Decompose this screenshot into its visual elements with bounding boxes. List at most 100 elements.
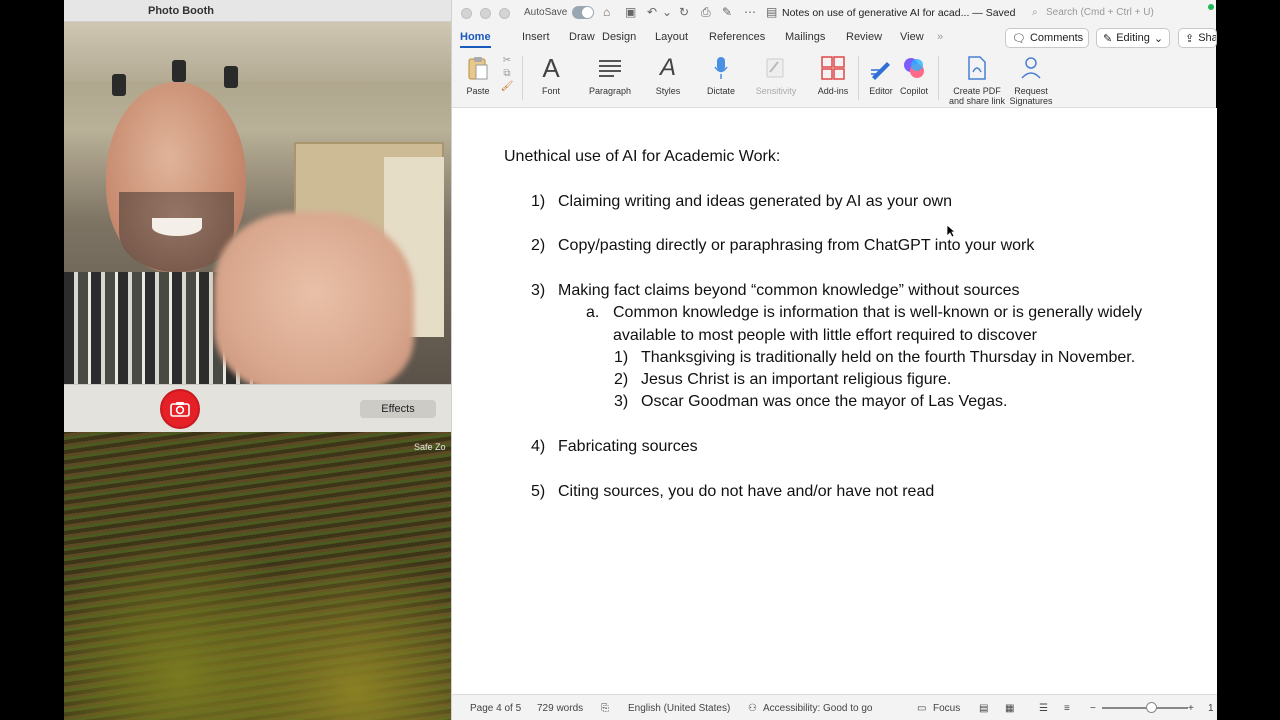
example-text: Jesus Christ is an important religious f…	[641, 371, 952, 388]
dictate-label: Dictate	[706, 86, 735, 96]
comment-icon: 🗨	[1012, 32, 1026, 45]
tab-draw[interactable]: Draw	[569, 31, 595, 43]
photo-booth-title: Photo Booth	[148, 4, 214, 17]
save-icon[interactable]: ▣	[625, 5, 636, 19]
list-number: 1)	[531, 193, 546, 210]
status-bar: Page 4 of 5 729 words ⎘ English (United …	[452, 694, 1217, 720]
window-controls	[461, 7, 510, 19]
word-count[interactable]: 729 words	[537, 703, 583, 714]
zoom-out-button[interactable]: −	[1090, 703, 1096, 714]
redo-icon[interactable]: ↻	[679, 5, 689, 19]
microphone-icon	[704, 54, 738, 82]
example-number: 1)	[614, 349, 629, 366]
autosave-toggle[interactable]	[572, 6, 594, 19]
format-painter-icon[interactable]: 🖌	[500, 80, 514, 93]
styles-icon: A	[659, 54, 676, 81]
sensitivity-icon	[752, 54, 800, 82]
document-page[interactable]: Unethical use of AI for Academic Work: 1…	[452, 108, 1217, 694]
dictate-button[interactable]: Dictate	[704, 54, 738, 96]
zoom-slider-handle[interactable]	[1146, 702, 1157, 713]
list-number: 4)	[531, 438, 546, 455]
word-titlebar: AutoSave ⌂ ▣ ↶ ⌄ ↻ ⎙ ✎ ⋯ ▤ Notes on use …	[452, 0, 1216, 26]
zoom-level[interactable]: 1	[1208, 703, 1214, 714]
tab-insert[interactable]: Insert	[522, 31, 550, 43]
web-layout-icon[interactable]: ▦	[1005, 703, 1014, 714]
outline-view-icon[interactable]: ☰	[1039, 703, 1048, 714]
share-label: Sha	[1198, 32, 1217, 44]
list-text: Making fact claims beyond “common knowle…	[558, 282, 1020, 299]
document-title[interactable]: Notes on use of generative AI for acad..…	[782, 7, 1015, 19]
track-light	[172, 60, 186, 82]
copilot-button[interactable]: Copilot	[898, 54, 930, 96]
word-window: AutoSave ⌂ ▣ ↶ ⌄ ↻ ⎙ ✎ ⋯ ▤ Notes on use …	[451, 0, 1217, 720]
video-person-mouth	[152, 218, 202, 236]
print-layout-icon[interactable]: ▤	[979, 703, 988, 714]
copilot-icon	[898, 54, 930, 82]
undo-icon[interactable]: ↶	[647, 5, 657, 19]
copy-icon[interactable]: ⧉	[500, 67, 514, 80]
sensitivity-label: Sensitivity	[755, 86, 797, 96]
desktop-icon-label[interactable]: Safe Zo	[414, 442, 446, 452]
edit-icon[interactable]: ✎	[722, 5, 732, 19]
autosave-label: AutoSave	[524, 7, 568, 18]
focus-button[interactable]: Focus	[933, 703, 960, 714]
list-text: Copy/pasting directly or paraphrasing fr…	[558, 237, 1035, 254]
request-signatures-label: Request	[1014, 86, 1048, 96]
effects-button[interactable]: Effects	[360, 400, 436, 418]
add-ins-button[interactable]: Add-ins	[814, 54, 852, 96]
page-count[interactable]: Page 4 of 5	[470, 703, 521, 714]
zoom-window-button[interactable]	[499, 7, 510, 19]
editing-mode-button[interactable]: ✎ Editing ⌄	[1096, 28, 1170, 48]
track-light	[224, 66, 238, 88]
share-button[interactable]: ⇪ Sha	[1178, 28, 1217, 48]
tab-references[interactable]: References	[709, 31, 765, 43]
proofing-icon[interactable]: ⎘	[601, 703, 609, 714]
paragraph-label: Paragraph	[588, 86, 632, 96]
example-number: 2)	[614, 371, 629, 388]
zoom-in-button[interactable]: +	[1188, 703, 1194, 714]
take-photo-button[interactable]	[160, 389, 200, 429]
tab-home[interactable]: Home	[460, 31, 491, 48]
accessibility-status[interactable]: Accessibility: Good to go	[763, 703, 873, 714]
chevron-down-icon: ⌄	[1153, 32, 1164, 45]
video-ceiling	[64, 22, 452, 82]
paragraph-button[interactable]: Paragraph	[586, 54, 634, 96]
font-button[interactable]: A Font	[534, 53, 568, 97]
sub-list-text-line1: Common knowledge is information that is …	[613, 304, 1143, 321]
sensitivity-button[interactable]: Sensitivity	[752, 54, 800, 96]
request-signatures-button[interactable]: Request Signatures	[1008, 54, 1054, 106]
search-input[interactable]: ⌕ Search (Cmd + Ctrl + U)	[1030, 4, 1212, 22]
print-icon[interactable]: ⎙	[701, 5, 711, 20]
styles-button[interactable]: A Styles	[650, 54, 686, 96]
scissors-icon[interactable]: ✂	[500, 54, 514, 67]
editor-button[interactable]: Editor	[866, 54, 896, 96]
list-text: Citing sources, you do not have and/or h…	[558, 483, 935, 500]
list-number: 2)	[531, 237, 546, 254]
photo-booth-titlebar[interactable]: Photo Booth	[64, 0, 451, 22]
tab-mailings[interactable]: Mailings	[785, 31, 825, 43]
minimize-window-button[interactable]	[480, 7, 491, 19]
close-window-button[interactable]	[461, 7, 472, 19]
tab-review[interactable]: Review	[846, 31, 882, 43]
zoom-slider[interactable]	[1102, 707, 1188, 709]
more-tabs-icon[interactable]: »	[937, 31, 943, 43]
undo-dropdown-icon[interactable]: ⌄	[662, 5, 672, 19]
create-pdf-button[interactable]: Create PDF and share link	[946, 54, 1008, 106]
home-icon[interactable]: ⌂	[603, 5, 610, 19]
more-icon[interactable]: ⋯	[744, 5, 756, 19]
sub-list-letter: a.	[586, 304, 600, 321]
photo-booth-window: Photo Booth Effects	[64, 0, 452, 432]
cut-copy-format-group: ✂ ⧉ 🖌	[500, 54, 514, 93]
tab-layout[interactable]: Layout	[655, 31, 688, 43]
document-icon: ▤	[766, 5, 778, 19]
font-label: Font	[541, 86, 560, 96]
draft-view-icon[interactable]: ≡	[1064, 703, 1070, 714]
mouse-pointer-icon	[946, 224, 956, 238]
tab-view[interactable]: View	[900, 31, 924, 43]
comments-button[interactable]: 🗨 Comments	[1005, 28, 1089, 48]
language-status[interactable]: English (United States)	[628, 703, 730, 714]
add-ins-label: Add-ins	[817, 86, 849, 96]
paste-button[interactable]: Paste	[462, 54, 494, 96]
tab-design[interactable]: Design	[602, 31, 636, 43]
ribbon-divider	[858, 56, 859, 100]
